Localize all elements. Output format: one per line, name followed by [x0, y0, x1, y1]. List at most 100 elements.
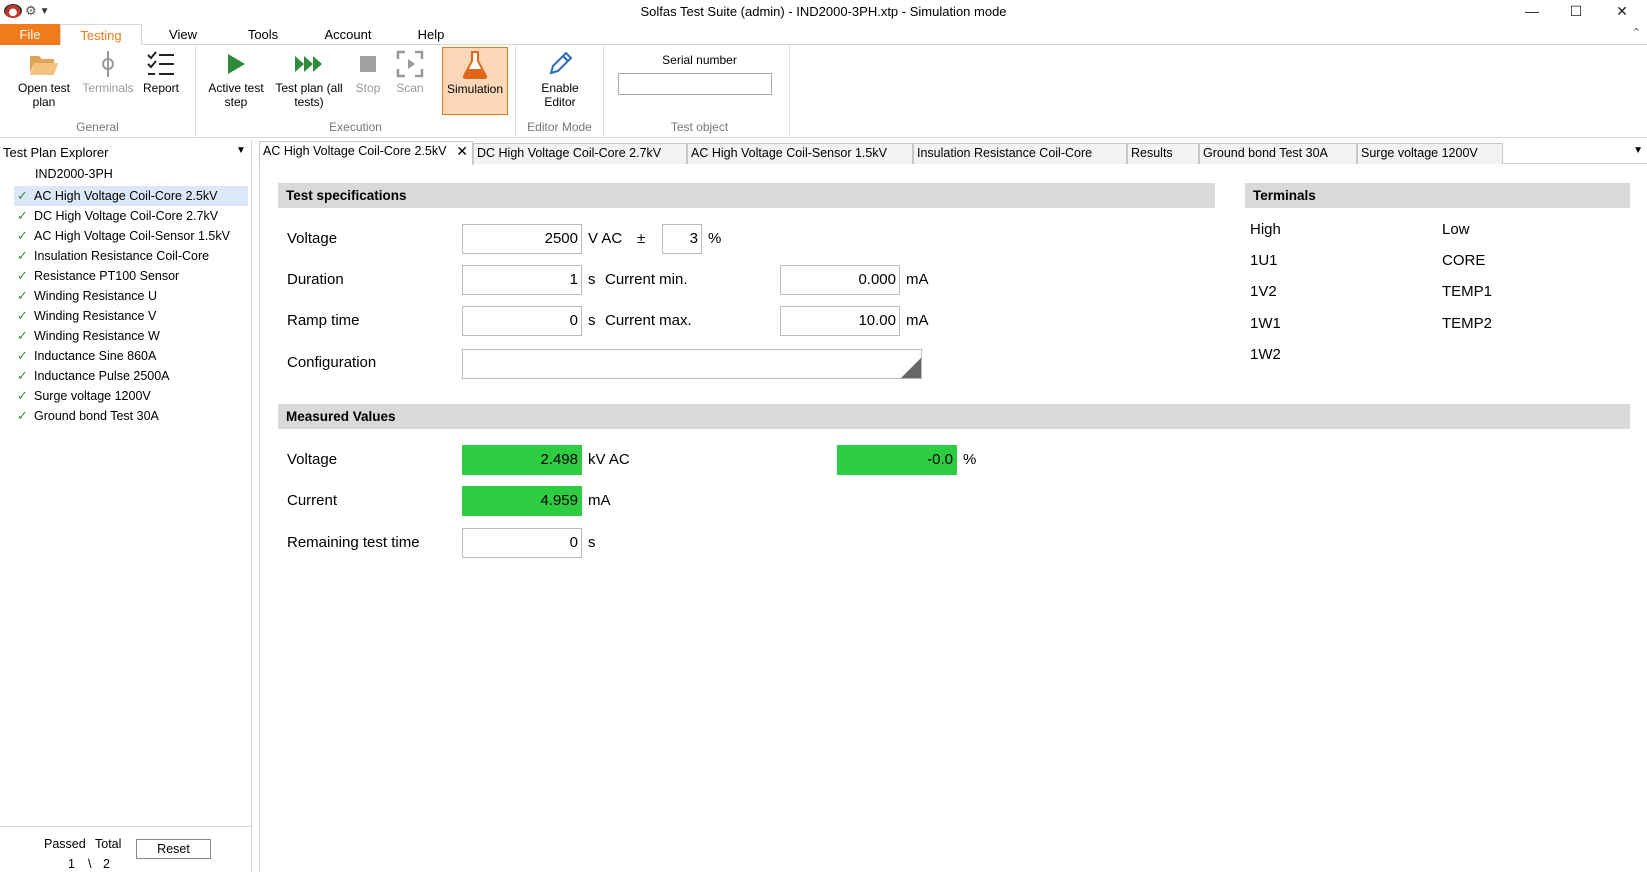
scan-icon: [390, 47, 430, 81]
terminal-low-item: TEMP2: [1442, 315, 1493, 332]
folder-icon: [12, 47, 76, 81]
scan-button[interactable]: Scan: [390, 47, 430, 115]
stop-icon: [348, 47, 388, 81]
ribbon-group-label: Test object: [670, 120, 729, 134]
tab-account[interactable]: Account: [312, 24, 384, 45]
check-icon: ✓: [17, 268, 28, 283]
collapse-ribbon-icon[interactable]: ⌃: [1632, 26, 1641, 39]
measured-voltage-unit: kV AC: [588, 451, 630, 468]
tree-item[interactable]: ✓ AC High Voltage Coil-Sensor 1.5kV: [14, 226, 248, 246]
serial-number-label: Serial number: [662, 53, 737, 67]
serial-number-input[interactable]: [618, 73, 772, 95]
tab-tools[interactable]: Tools: [228, 24, 298, 45]
test-plan-explorer: Test Plan Explorer ▼ IND2000-3PH ✓ AC Hig…: [0, 140, 252, 872]
window-title: Solfas Test Suite (admin) - IND2000-3PH.…: [640, 4, 1007, 19]
configuration-input[interactable]: [462, 349, 922, 379]
doc-tab[interactable]: Surge voltage 1200V: [1357, 143, 1503, 164]
terminal-high-item: 1W2: [1250, 346, 1281, 363]
terminals-button[interactable]: Terminals: [78, 47, 138, 115]
tree-item[interactable]: ✓ Winding Resistance U: [14, 286, 248, 306]
menu-file[interactable]: File: [0, 24, 60, 45]
duration-unit: s: [588, 271, 596, 288]
close-icon[interactable]: ✕: [456, 142, 468, 161]
voltage-input[interactable]: 2500: [462, 224, 582, 254]
tree-item[interactable]: ✓ Inductance Sine 860A: [14, 346, 248, 366]
check-icon: ✓: [17, 228, 28, 243]
measured-deviation-unit: %: [963, 451, 977, 468]
pencil-icon: [528, 47, 592, 81]
ribbon-group-general: Open test plan Terminals Report General: [0, 45, 196, 138]
doc-tab[interactable]: AC High Voltage Coil-Sensor 1.5kV: [687, 143, 913, 164]
enable-editor-button[interactable]: Enable Editor: [528, 47, 592, 115]
report-button[interactable]: Report: [138, 47, 184, 115]
terminal-high-item: 1U1: [1250, 252, 1278, 269]
doc-tab[interactable]: Insulation Resistance Coil-Core: [913, 143, 1127, 164]
minimize-button[interactable]: —: [1510, 0, 1554, 24]
passed-count: 1: [68, 857, 75, 871]
tree-item[interactable]: ✓ Resistance PT100 Sensor: [14, 266, 248, 286]
tree-item[interactable]: ✓ Winding Resistance W: [14, 326, 248, 346]
check-icon: ✓: [17, 328, 28, 343]
check-icon: ✓: [17, 348, 28, 363]
stop-button[interactable]: Stop: [348, 47, 388, 115]
plus-minus-label: ±: [637, 230, 646, 247]
maximize-button[interactable]: ☐: [1554, 0, 1598, 24]
tree-item[interactable]: ✓ Ground bond Test 30A: [14, 406, 248, 426]
tree-item[interactable]: ✓ AC High Voltage Coil-Core 2.5kV: [14, 186, 248, 206]
explorer-title: Test Plan Explorer: [3, 145, 109, 160]
tree-item[interactable]: ✓ Insulation Resistance Coil-Core: [14, 246, 248, 266]
tree-item[interactable]: ✓ Surge voltage 1200V: [14, 386, 248, 406]
remaining-time-value: 0: [462, 528, 582, 558]
tree-root[interactable]: IND2000-3PH: [35, 167, 113, 181]
ribbon-group-label: Execution: [329, 120, 382, 134]
current-max-label: Current max.: [605, 312, 692, 329]
chevron-down-icon[interactable]: ▼: [236, 145, 246, 156]
doc-tab-active[interactable]: AC High Voltage Coil-Core 2.5kV ✕: [259, 141, 473, 165]
section-measured-values: Measured Values: [278, 404, 1630, 429]
count-separator: \: [88, 857, 92, 871]
reset-button[interactable]: Reset: [136, 839, 211, 859]
current-min-input[interactable]: 0.000: [780, 265, 900, 295]
terminal-high-item: 1W1: [1250, 315, 1281, 332]
resize-grip-icon[interactable]: [901, 358, 921, 378]
test-step-content: Test specifications Voltage 2500 V AC ± …: [259, 165, 1647, 872]
ramp-time-input[interactable]: 0: [462, 306, 582, 336]
ribbon-group-test-object: Serial number Test object: [610, 45, 790, 138]
total-label: Total: [95, 837, 122, 851]
tree-item[interactable]: ✓ Winding Resistance V: [14, 306, 248, 326]
tab-testing[interactable]: Testing: [60, 24, 142, 46]
play-icon: [208, 47, 264, 81]
measured-voltage-value: 2.498: [462, 445, 582, 475]
tree-item[interactable]: ✓ Inductance Pulse 2500A: [14, 366, 248, 386]
check-icon: ✓: [17, 288, 28, 303]
measured-deviation-value: -0.0: [837, 445, 957, 475]
check-icon: ✓: [17, 408, 28, 423]
measured-current-unit: mA: [588, 492, 611, 509]
duration-input[interactable]: 1: [462, 265, 582, 295]
terminal-probe-icon: [78, 47, 138, 81]
current-max-input[interactable]: 10.00: [780, 306, 900, 336]
current-max-unit: mA: [906, 312, 929, 329]
tabs-overflow-icon[interactable]: ▼: [1633, 145, 1643, 156]
open-test-plan-button[interactable]: Open test plan: [12, 47, 76, 115]
active-test-step-button[interactable]: Active test step: [208, 47, 264, 115]
check-icon: ✓: [17, 188, 28, 203]
doc-tab[interactable]: Ground bond Test 30A: [1199, 143, 1357, 164]
doc-tab[interactable]: DC High Voltage Coil-Core 2.7kV: [473, 143, 687, 164]
tolerance-input[interactable]: 3: [662, 224, 702, 254]
ribbon-group-editor-mode: Enable Editor Editor Mode: [516, 45, 604, 138]
tab-view[interactable]: View: [148, 24, 218, 45]
voltage-label: Voltage: [287, 230, 338, 247]
tab-help[interactable]: Help: [400, 24, 462, 45]
explorer-footer: Passed Total 1 \ 2 Reset: [0, 826, 252, 872]
measured-voltage-label: Voltage: [287, 451, 338, 468]
title-bar: ⚙ ▼ Solfas Test Suite (admin) - IND2000-…: [0, 0, 1647, 24]
doc-tab[interactable]: Results: [1127, 143, 1199, 164]
close-button[interactable]: ✕: [1600, 0, 1644, 24]
ribbon-group-label: General: [76, 120, 119, 134]
simulation-button[interactable]: Simulation: [442, 47, 508, 115]
document-tabs: AC High Voltage Coil-Core 2.5kV ✕ DC Hig…: [259, 141, 1647, 165]
test-plan-all-button[interactable]: Test plan (all tests): [274, 47, 344, 115]
tree-item[interactable]: ✓ DC High Voltage Coil-Core 2.7kV: [14, 206, 248, 226]
ramp-time-unit: s: [588, 312, 596, 329]
